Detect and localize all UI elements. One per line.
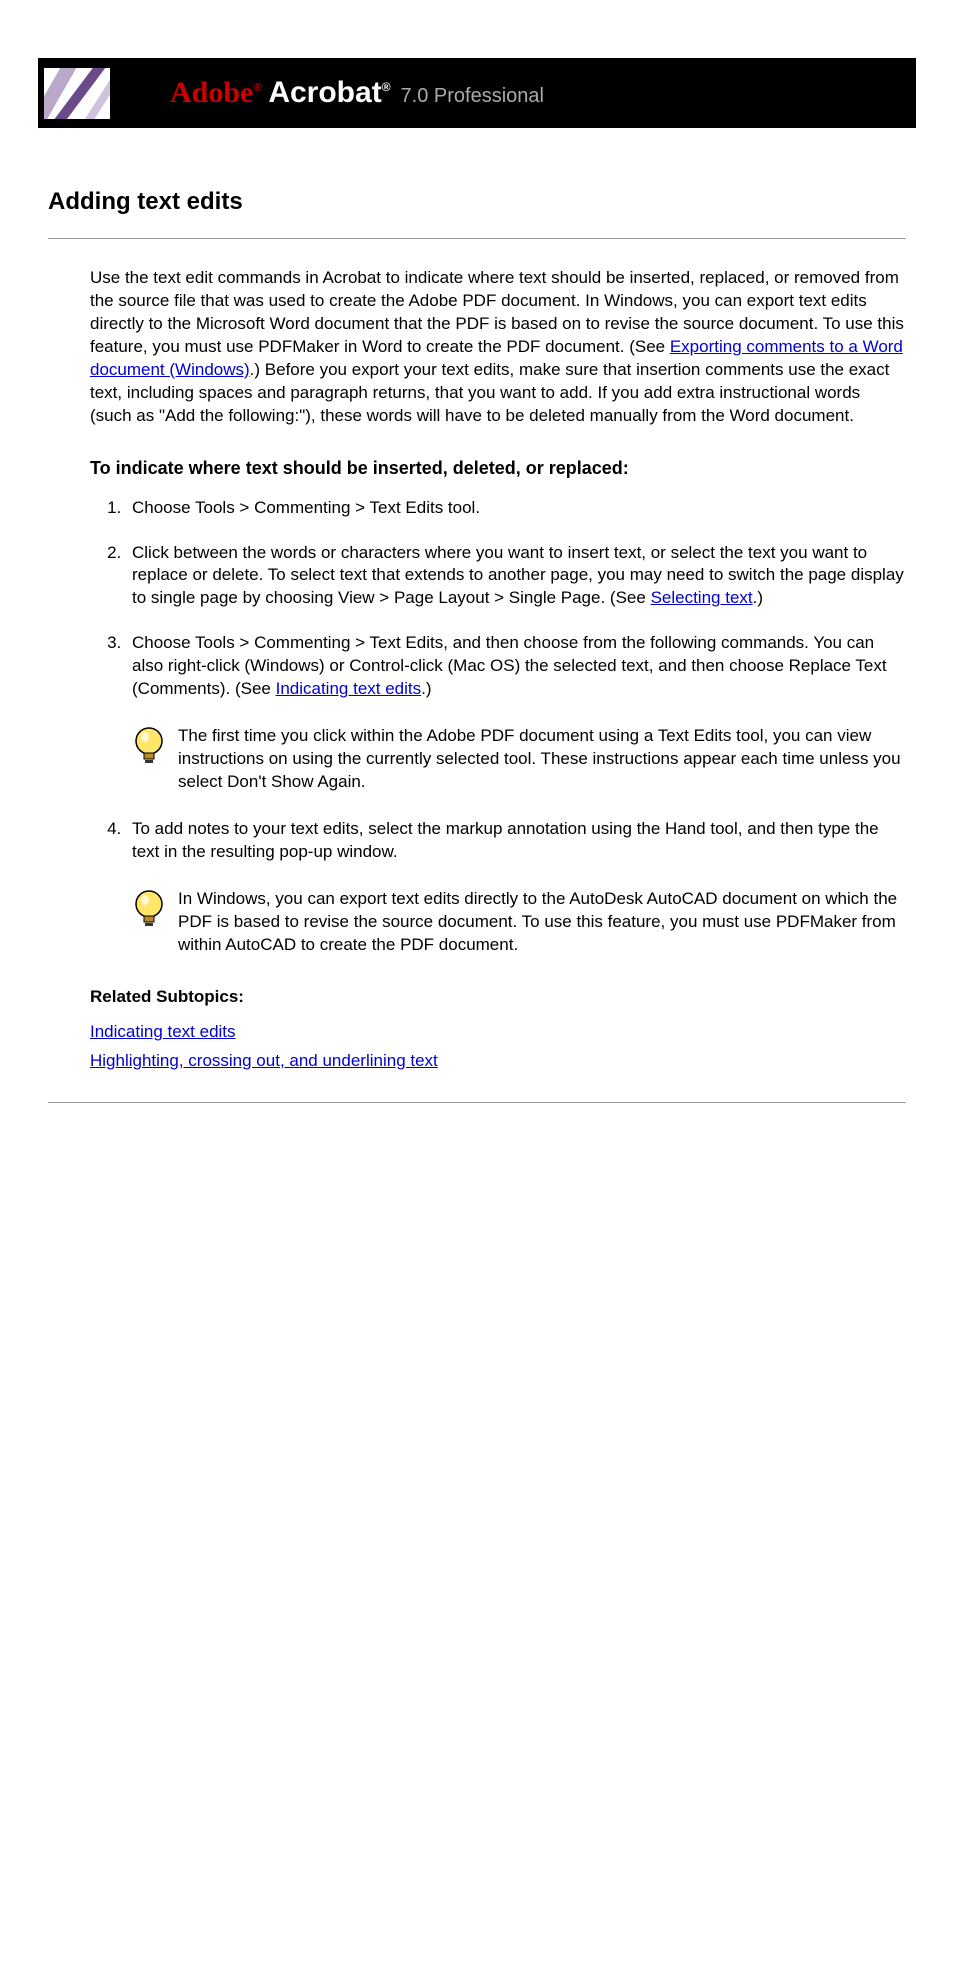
banner-acrobat-word: Acrobat®: [268, 76, 390, 110]
tip-2-text: In Windows, you can export text edits di…: [178, 888, 906, 957]
link-related-indicating[interactable]: Indicating text edits: [90, 1022, 236, 1041]
step-3-text-b: .): [421, 679, 431, 698]
divider: [48, 238, 906, 239]
step-1: Choose Tools > Commenting > Text Edits t…: [126, 497, 906, 520]
step-4: To add notes to your text edits, select …: [126, 818, 906, 957]
intro-paragraph: Use the text edit commands in Acrobat to…: [90, 267, 906, 428]
banner-title: Adobe® Acrobat® 7.0 Professional: [170, 76, 544, 110]
banner-adobe-word: Adobe®: [170, 76, 262, 110]
tip-1-text: The first time you click within the Adob…: [178, 725, 906, 794]
step-3-text-a: Choose Tools > Commenting > Text Edits, …: [132, 633, 887, 698]
step-4-text: To add notes to your text edits, select …: [132, 819, 879, 861]
procedure-steps: Choose Tools > Commenting > Text Edits t…: [126, 497, 906, 957]
acrobat-logo-icon: [44, 68, 110, 119]
related-subtopics-heading: Related Subtopics:: [90, 987, 906, 1007]
related-links-list: Indicating text edits Highlighting, cros…: [90, 1019, 906, 1074]
link-selecting-text[interactable]: Selecting text: [651, 588, 753, 607]
product-banner: Adobe® Acrobat® 7.0 Professional: [38, 58, 916, 128]
page-title: Adding text edits: [48, 188, 906, 216]
procedure-heading: To indicate where text should be inserte…: [90, 458, 906, 479]
link-indicating-text-edits[interactable]: Indicating text edits: [276, 679, 422, 698]
link-related-highlighting[interactable]: Highlighting, crossing out, and underlin…: [90, 1051, 438, 1070]
step-3: Choose Tools > Commenting > Text Edits, …: [126, 632, 906, 794]
divider-bottom: [48, 1102, 906, 1103]
step-2-text-a: Click between the words or characters wh…: [132, 543, 904, 608]
step-2-text-b: .): [753, 588, 763, 607]
lightbulb-icon: [132, 888, 166, 932]
step-2: Click between the words or characters wh…: [126, 542, 906, 611]
banner-version-text: 7.0 Professional: [401, 85, 544, 108]
lightbulb-icon: [132, 725, 166, 769]
